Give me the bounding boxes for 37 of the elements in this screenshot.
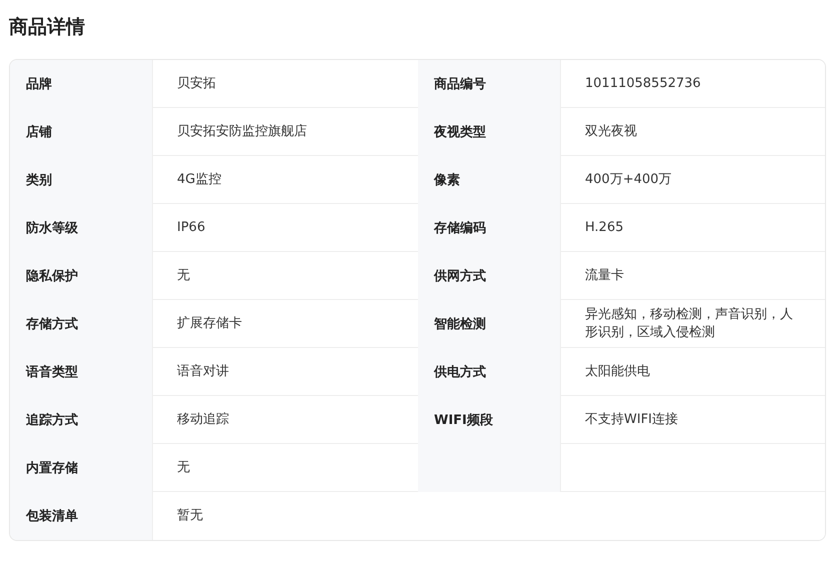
spec-value: H.265 <box>560 204 825 252</box>
spec-label: 内置存储 <box>10 444 152 492</box>
spec-value: 10111058552736 <box>560 60 825 108</box>
spec-value: IP66 <box>152 204 418 252</box>
spec-label: 语音类型 <box>10 348 152 396</box>
spec-label: 智能检测 <box>418 300 560 348</box>
spec-value: 4G监控 <box>152 156 418 204</box>
spec-label: 存储方式 <box>10 300 152 348</box>
spec-label: WIFI频段 <box>418 396 560 444</box>
spec-value: 移动追踪 <box>152 396 418 444</box>
spec-value: 双光夜视 <box>560 108 825 156</box>
spec-value: 流量卡 <box>560 252 825 300</box>
spec-label: 防水等级 <box>10 204 152 252</box>
spec-value: 不支持WIFI连接 <box>560 396 825 444</box>
spec-label: 商品编号 <box>418 60 560 108</box>
spec-value: 贝安拓安防监控旗舰店 <box>152 108 418 156</box>
spec-label: 夜视类型 <box>418 108 560 156</box>
spec-value: 异光感知，移动检测，声音识别，人形识别，区域入侵检测 <box>560 300 825 348</box>
spec-value: 太阳能供电 <box>560 348 825 396</box>
spec-label: 供电方式 <box>418 348 560 396</box>
spec-value: 语音对讲 <box>152 348 418 396</box>
page-title: 商品详情 <box>9 15 86 40</box>
spec-value: 400万+400万 <box>560 156 825 204</box>
spec-label: 存储编码 <box>418 204 560 252</box>
spec-label: 类别 <box>10 156 152 204</box>
spec-value: 贝安拓 <box>152 60 418 108</box>
spec-value: 扩展存储卡 <box>152 300 418 348</box>
spec-label: 品牌 <box>10 60 152 108</box>
spec-value: 无 <box>152 252 418 300</box>
spec-label: 像素 <box>418 156 560 204</box>
spec-label: 供网方式 <box>418 252 560 300</box>
spec-label: 店铺 <box>10 108 152 156</box>
spec-label: 隐私保护 <box>10 252 152 300</box>
spec-label: 包装清单 <box>10 492 152 540</box>
spec-value: 暂无 <box>152 492 825 540</box>
spec-value: 无 <box>152 444 418 492</box>
spec-label: 追踪方式 <box>10 396 152 444</box>
